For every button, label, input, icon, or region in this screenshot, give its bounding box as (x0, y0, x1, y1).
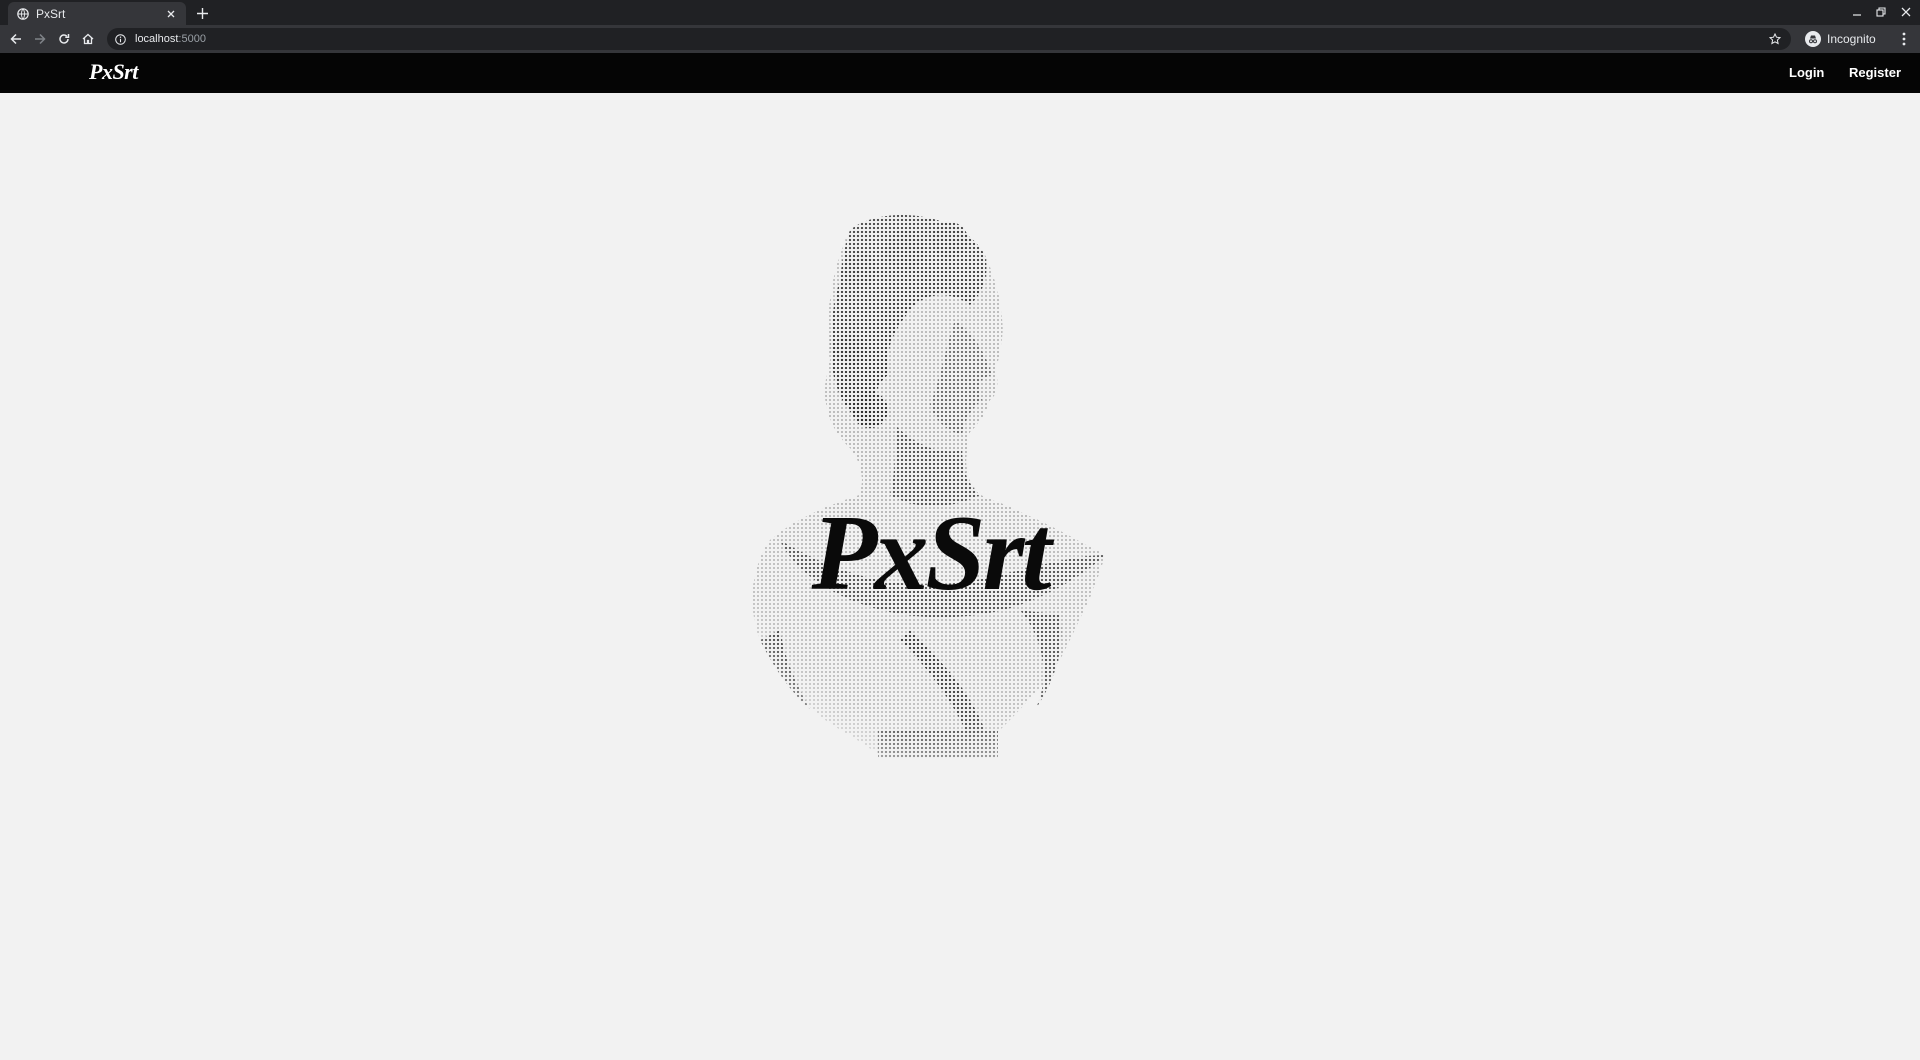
browser-tabstrip: PxSrt (0, 0, 1920, 25)
site-navbar: PxSrt Login Register (0, 53, 1920, 93)
profile-label: Incognito (1827, 32, 1876, 46)
login-link[interactable]: Login (1789, 65, 1824, 80)
url-host: localhost (135, 33, 179, 45)
arrow-right-icon[interactable] (30, 29, 50, 49)
arrow-left-icon[interactable] (6, 29, 26, 49)
minimize-icon[interactable] (1847, 3, 1867, 21)
url-text: localhost:5000 (135, 33, 206, 45)
address-bar[interactable]: localhost:5000 (107, 28, 1791, 50)
incognito-icon (1805, 31, 1821, 47)
kebab-menu-icon[interactable] (1897, 30, 1911, 48)
window-close-icon[interactable] (1896, 3, 1916, 21)
globe-icon (16, 7, 29, 20)
reload-icon[interactable] (54, 29, 74, 49)
browser-toolbar: localhost:5000 Incognito (0, 25, 1920, 53)
close-icon[interactable] (164, 7, 178, 21)
register-link[interactable]: Register (1849, 65, 1901, 80)
profile-button[interactable]: Incognito (1805, 28, 1876, 50)
brand-logo[interactable]: PxSrt (89, 59, 138, 85)
plus-icon[interactable] (193, 4, 211, 22)
hero-title: PxSrt (811, 494, 1051, 613)
info-icon[interactable] (113, 32, 127, 46)
url-port: :5000 (178, 33, 206, 45)
hero: PxSrt (700, 210, 1180, 780)
tab-title: PxSrt (36, 6, 66, 21)
home-icon[interactable] (78, 29, 98, 49)
browser-tab[interactable]: PxSrt (8, 2, 186, 25)
restore-icon[interactable] (1871, 3, 1891, 21)
star-icon[interactable] (1767, 31, 1783, 47)
